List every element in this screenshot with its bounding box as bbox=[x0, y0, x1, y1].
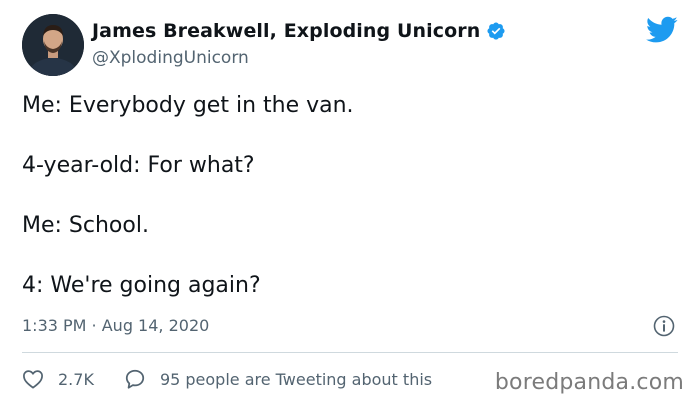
tweet-line: Me: School. bbox=[22, 213, 149, 238]
info-icon[interactable] bbox=[653, 315, 675, 337]
heart-icon bbox=[23, 370, 43, 389]
twitter-bird-icon[interactable] bbox=[646, 16, 678, 44]
avatar[interactable] bbox=[22, 14, 84, 76]
like-button[interactable]: 2.7K bbox=[22, 369, 94, 389]
tweet-actions: 2.7K 95 people are Tweeting about this bbox=[22, 367, 432, 391]
author-handle[interactable]: @XplodingUnicorn bbox=[92, 48, 249, 68]
tweet-timestamp[interactable]: 1:33 PM · Aug 14, 2020 bbox=[22, 316, 209, 335]
author-display-name[interactable]: James Breakwell, Exploding Unicorn bbox=[92, 20, 480, 42]
tweet-line: 4-year-old: For what? bbox=[22, 153, 255, 178]
boredpanda-watermark: boredpanda.com bbox=[494, 370, 684, 395]
person-avatar-icon bbox=[22, 14, 84, 76]
conversation-text: 95 people are Tweeting about this bbox=[159, 369, 433, 389]
verified-badge-icon bbox=[486, 21, 506, 41]
reply-bubble-icon bbox=[125, 369, 145, 389]
conversation-button[interactable]: 95 people are Tweeting about this bbox=[124, 368, 432, 390]
tweet-line: 4: We're going again? bbox=[22, 273, 261, 298]
divider bbox=[22, 352, 678, 353]
tweet-body: Me: Everybody get in the van. 4-year-old… bbox=[22, 92, 682, 332]
tweet-line: Me: Everybody get in the van. bbox=[22, 93, 354, 118]
tweet-card: James Breakwell, Exploding Unicorn @Xplo… bbox=[0, 0, 700, 406]
author-name-row: James Breakwell, Exploding Unicorn bbox=[92, 20, 506, 42]
like-count: 2.7K bbox=[58, 369, 94, 389]
